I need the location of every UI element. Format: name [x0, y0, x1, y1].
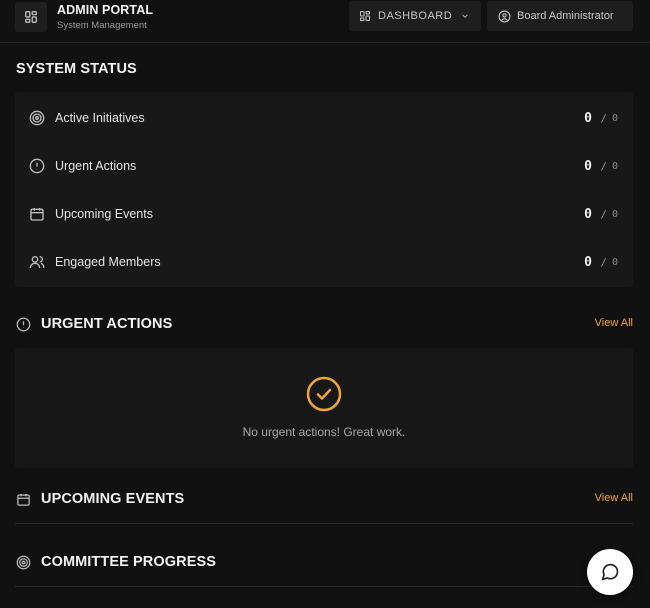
urgent-view-all-link[interactable]: View All — [595, 317, 633, 329]
layout-grid-icon — [359, 10, 371, 22]
urgent-actions-empty-card: No urgent actions! Great work. — [15, 348, 633, 468]
status-row-engaged-members: Engaged Members 0 / 0 — [15, 238, 633, 286]
status-label: Upcoming Events — [55, 207, 153, 221]
status-separator: / — [600, 207, 607, 221]
system-status-card: Active Initiatives 0 / 0 Urgent Actions … — [15, 92, 633, 287]
status-label: Engaged Members — [55, 255, 161, 269]
section-divider — [15, 523, 633, 524]
chevron-down-icon — [460, 11, 470, 21]
dashboard-dropdown-button[interactable]: DASHBOARD — [349, 1, 481, 31]
committee-progress-header: COMMITTEE PROGRESS — [15, 552, 633, 572]
brand-subtitle: System Management — [57, 20, 147, 31]
calendar-icon — [15, 491, 31, 507]
status-total: 0 — [611, 160, 618, 172]
dashboard-label: DASHBOARD — [378, 10, 453, 22]
status-value: 0 — [584, 110, 592, 126]
section-divider — [15, 586, 633, 587]
status-row-upcoming-events: Upcoming Events 0 / 0 — [15, 190, 633, 238]
status-value: 0 — [584, 254, 592, 270]
user-name-label: Board Administrator — [517, 10, 614, 22]
upcoming-events-header: UPCOMING EVENTS View All — [15, 489, 633, 509]
dashboard-grid-icon[interactable] — [15, 2, 47, 32]
brand-title: ADMIN PORTAL — [57, 3, 154, 17]
status-row-urgent-actions: Urgent Actions 0 / 0 — [15, 142, 633, 190]
status-label: Active Initiatives — [55, 111, 145, 125]
status-value: 0 — [584, 206, 592, 222]
user-circle-icon — [498, 10, 511, 23]
system-status-title: SYSTEM STATUS — [16, 61, 137, 77]
status-row-active-initiatives: Active Initiatives 0 / 0 — [15, 94, 633, 142]
status-separator: / — [600, 255, 607, 269]
message-circle-icon — [600, 562, 620, 582]
user-menu-button[interactable]: Board Administrator — [487, 1, 633, 31]
status-value: 0 — [584, 158, 592, 174]
committee-progress-title: COMMITTEE PROGRESS — [41, 554, 217, 570]
top-header: ADMIN PORTAL System Management DASHBOARD… — [0, 0, 650, 43]
status-total: 0 — [611, 112, 618, 124]
users-icon — [29, 254, 45, 270]
status-label: Urgent Actions — [55, 159, 137, 173]
alert-circle-icon — [15, 316, 31, 332]
status-total: 0 — [611, 256, 618, 268]
urgent-actions-header: URGENT ACTIONS View All — [15, 314, 633, 334]
calendar-icon — [29, 206, 45, 222]
upcoming-events-title: UPCOMING EVENTS — [41, 491, 185, 507]
alert-circle-icon — [29, 158, 45, 174]
check-circle-icon — [306, 376, 342, 412]
events-view-all-link[interactable]: View All — [595, 492, 633, 504]
chat-button[interactable] — [587, 549, 633, 595]
target-icon — [15, 554, 31, 570]
status-separator: / — [600, 111, 607, 125]
status-separator: / — [600, 159, 607, 173]
urgent-actions-title: URGENT ACTIONS — [41, 316, 173, 332]
target-icon — [29, 110, 45, 126]
empty-state-message: No urgent actions! Great work. — [242, 425, 406, 439]
status-total: 0 — [611, 208, 618, 220]
